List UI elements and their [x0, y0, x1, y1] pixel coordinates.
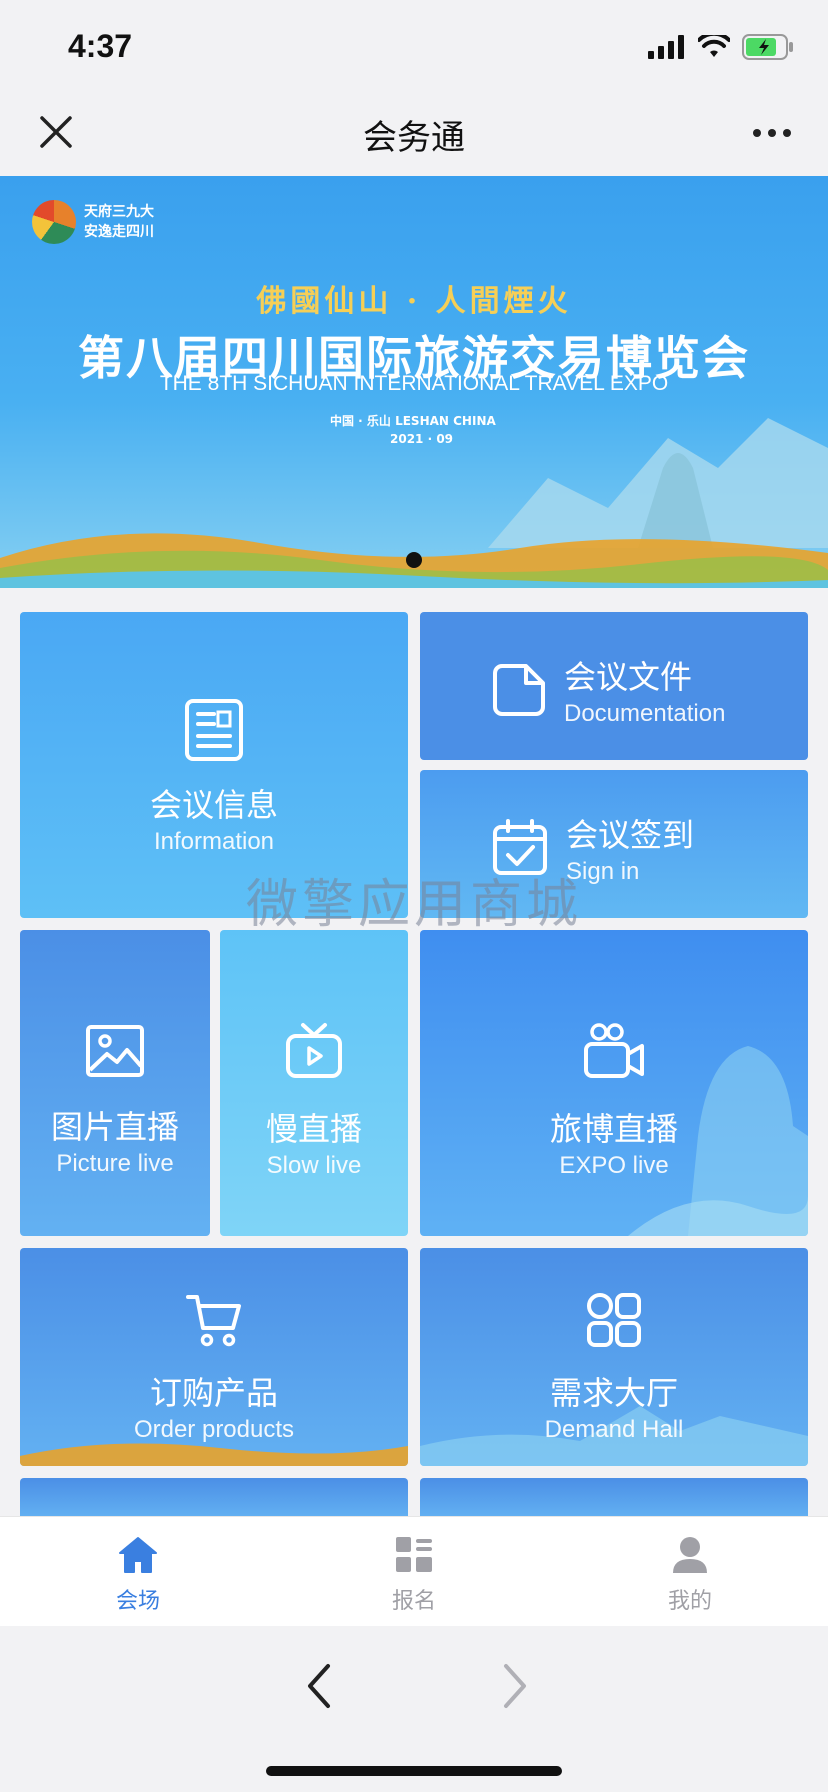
banner-slogan: 佛國仙山 · 人間煙火 [256, 284, 572, 319]
watermark: 微擎应用商城 [246, 875, 583, 935]
tab-venue-label: 会场 [115, 1589, 160, 1614]
logo-mark-icon [32, 200, 76, 244]
tile-demand-hall-zh: 需求大厅 [549, 1374, 678, 1412]
cart-icon [186, 1295, 241, 1347]
grid-icon [587, 1293, 641, 1347]
tile-slow-live-en: Slow live [266, 1152, 362, 1179]
tab-mine[interactable]: 我的 [552, 1517, 828, 1626]
tile-information-zh: 会议信息 [149, 786, 278, 824]
video-camera-icon [584, 1023, 644, 1078]
status-time: 4:37 [68, 28, 133, 64]
tile-demand-hall[interactable]: 需求大厅 Demand Hall [420, 1248, 808, 1466]
tile-information-en: Information [153, 828, 275, 855]
tab-venue[interactable]: 会场 [0, 1517, 276, 1626]
tile-expo-live-en: EXPO live [559, 1152, 669, 1179]
home-indicator [266, 1766, 562, 1776]
status-icons [648, 34, 794, 60]
back-arrow-icon[interactable] [298, 1656, 338, 1716]
banner-logo: 天府三九大 安逸走四川 [32, 200, 154, 244]
page-title: 会务通 [363, 118, 465, 158]
tile-picture-live-zh: 图片直播 [50, 1108, 179, 1146]
banner-carousel[interactable]: 天府三九大 安逸走四川 佛國仙山 · 人間煙火 第八届四川国际旅游交易博览会 T… [0, 176, 828, 588]
tile-documentation-zh: 会议文件 [564, 658, 693, 696]
tile-picture-live-en: Picture live [56, 1150, 174, 1177]
logo-line-2: 安逸走四川 [84, 224, 154, 240]
banner-date: 2021 · 09 [390, 432, 454, 446]
tile-partial-left[interactable] [20, 1478, 408, 1518]
carousel-indicator[interactable] [406, 552, 422, 568]
battery-icon [742, 34, 793, 60]
tile-documentation-en: Documentation [564, 700, 726, 727]
bottom-tab-bar: 会场 报名 我的 [0, 1516, 828, 1626]
tile-picture-live[interactable]: 图片直播 Picture live [20, 930, 210, 1236]
banner-wave-decoration [0, 533, 828, 588]
tile-sign-in-en: Sign in [566, 858, 640, 885]
tv-play-icon [286, 1023, 342, 1078]
tile-documentation[interactable]: 会议文件 Documentation [420, 612, 808, 760]
tile-expo-live-zh: 旅博直播 [549, 1110, 678, 1148]
document-icon [185, 699, 243, 761]
tile-expo-live[interactable]: 旅博直播 EXPO live [420, 930, 808, 1236]
tile-demand-hall-en: Demand Hall [544, 1416, 684, 1443]
tab-register-label: 报名 [391, 1589, 436, 1614]
tile-order-products-en: Order products [133, 1416, 295, 1443]
banner-subtitle: THE 8TH SICHUAN INTERNATIONAL TRAVEL EXP… [159, 372, 669, 395]
file-icon [493, 664, 545, 716]
status-bar: 4:37 [0, 0, 828, 96]
tab-mine-label: 我的 [667, 1589, 712, 1614]
browser-navigation [0, 1626, 828, 1792]
home-icon [119, 1537, 157, 1573]
banner-location: 中国 · 乐山 LESHAN CHINA [330, 414, 496, 428]
banner-logo-text: 天府三九大 安逸走四川 [84, 202, 154, 242]
image-icon [86, 1025, 144, 1077]
tab-register[interactable]: 报名 [276, 1517, 552, 1626]
tile-sign-in-zh: 会议签到 [566, 816, 695, 854]
logo-line-1: 天府三九大 [84, 204, 154, 220]
signal-icon [648, 35, 684, 59]
tile-slow-live[interactable]: 慢直播 Slow live [220, 930, 408, 1236]
user-icon [673, 1537, 707, 1573]
tile-order-products-zh: 订购产品 [149, 1374, 278, 1412]
tile-order-products[interactable]: 订购产品 Order products [20, 1248, 408, 1466]
wifi-icon [698, 35, 730, 57]
dashboard-icon [396, 1537, 432, 1572]
more-icon[interactable] [752, 118, 792, 148]
forward-arrow-icon[interactable] [496, 1656, 536, 1716]
tile-slow-live-zh: 慢直播 [265, 1110, 362, 1148]
tile-partial-right[interactable] [420, 1478, 808, 1518]
